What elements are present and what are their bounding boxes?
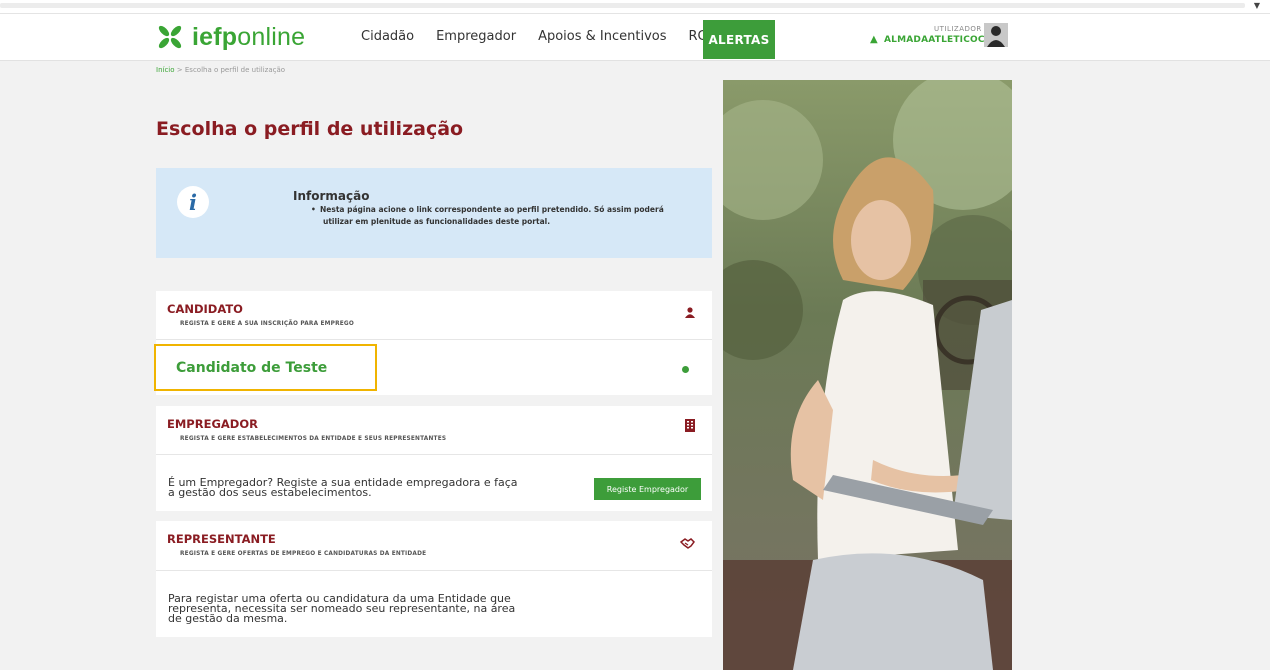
info-title: Informação [293,189,370,203]
representante-description: Para registar uma oferta ou candidatura … [168,593,515,625]
breadcrumb-current: Escolha o perfil de utilização [184,66,286,74]
info-line-2: utilizar em plenitude as funcionalidades… [323,217,551,226]
user-icon [685,303,695,322]
iefp-logo-icon [158,25,182,49]
card-divider [156,339,712,340]
bullet-icon: • [311,205,316,214]
representante-text-line-3: de gestão da mesma. [168,612,288,625]
breadcrumb-home[interactable]: Início [156,66,175,74]
building-icon [685,417,695,436]
handshake-icon [679,534,695,553]
empregador-title: EMPREGADOR [167,417,258,431]
avatar[interactable] [984,23,1008,47]
candidato-subtitle: REGISTA E GERE A SUA INSCRIÇÃO PARA EMPR… [180,321,354,327]
card-divider [156,570,712,571]
info-line-1: Nesta página acione o link correspondent… [320,205,664,214]
chevron-up-icon[interactable]: ▲ [870,34,878,45]
hero-photo [723,80,1012,670]
nav-alertas[interactable]: ALERTAS [703,20,775,59]
iefp-logo[interactable]: iefponline [156,22,305,52]
breadcrumb: Início > Escolha o perfil de utilização [156,66,285,74]
main-nav: Cidadão Empregador Apoios & Incentivos R… [361,14,775,59]
user-label: UTILIZADOR [934,25,982,33]
representante-subtitle: REGISTA E GERE OFERTAS DE EMPREGO E CAND… [180,551,427,557]
card-divider [156,454,712,455]
empregador-text-line-2: a gestão dos seus estabelecimentos. [168,486,372,499]
site-header: iefponline Cidadão Empregador Apoios & I… [0,14,1270,61]
brand-name: iefponline [192,22,306,51]
user-name[interactable]: ALMADAATLETICOC... [884,35,996,45]
candidato-link[interactable]: Candidato de Teste [154,344,377,391]
nav-empregador[interactable]: Empregador [436,29,516,44]
info-icon: i [177,186,209,218]
representante-title: REPRESENTANTE [167,532,276,546]
woman-with-laptop-photo [723,80,1012,670]
chevron-down-icon[interactable]: ▼ [1254,1,1260,10]
nav-apoios-incentivos[interactable]: Apoios & Incentivos [538,29,666,44]
horizontal-scrollbar[interactable] [0,3,1245,8]
registe-empregador-button[interactable]: Registe Empregador [594,478,701,500]
nav-cidadao[interactable]: Cidadão [361,29,414,44]
status-dot-icon[interactable] [682,366,689,373]
info-panel: i Informação • Nesta página acione o lin… [156,168,712,258]
page-title: Escolha o perfil de utilização [156,118,464,140]
user-avatar-icon [984,23,1008,47]
candidato-title: CANDIDATO [167,302,243,316]
empregador-subtitle: REGISTA E GERE ESTABELECIMENTOS DA ENTID… [180,436,447,442]
browser-top-strip: ▼ [0,0,1270,14]
breadcrumb-separator: > [176,66,183,74]
empregador-description: É um Empregador? Registe a sua entidade … [168,477,518,499]
